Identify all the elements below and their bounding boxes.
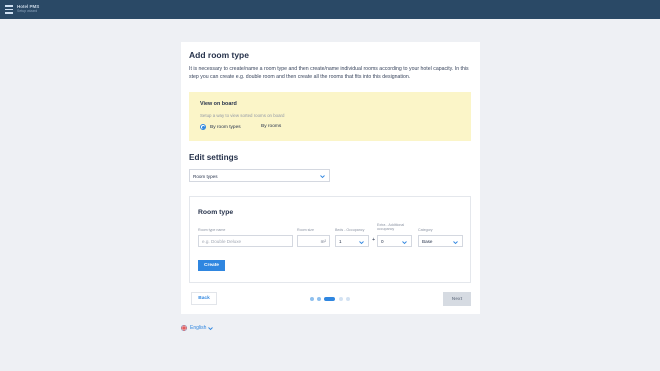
page-description: It is necessary to create/name a room ty…	[189, 66, 469, 81]
beds-occupancy-label: Beds - Occupancy	[335, 228, 365, 232]
uk-flag-icon	[181, 325, 187, 331]
language-label: English	[190, 325, 207, 331]
step-dot-2	[317, 297, 321, 301]
chevron-down-icon	[359, 240, 364, 244]
radio-selected-icon[interactable]	[200, 124, 206, 130]
room-type-name-label: Room type name	[198, 228, 226, 232]
step-dot-5	[346, 297, 350, 301]
plus-sign: +	[372, 237, 376, 243]
room-size-label: Room size	[297, 228, 314, 232]
top-bar: Hotel PMS Setup wizard	[0, 0, 660, 19]
hamburger-menu-icon[interactable]	[5, 5, 13, 14]
back-button[interactable]: Back	[191, 292, 217, 305]
category-label: Category	[418, 228, 433, 232]
category-value: Base	[422, 239, 433, 245]
view-on-board-panel: View on board Setup a way to view sorted…	[189, 92, 471, 141]
brand: Hotel PMS Setup wizard	[17, 4, 39, 14]
brand-subtitle: Setup wizard	[17, 9, 38, 13]
create-button[interactable]: Create	[198, 260, 225, 271]
radio-label: By rooms	[261, 124, 282, 129]
edit-settings-title: Edit settings	[189, 153, 239, 162]
room-types-select-value: Room types	[193, 173, 218, 179]
room-types-select[interactable]: Room types	[189, 169, 330, 182]
room-size-input[interactable]: m²	[297, 235, 330, 247]
room-size-unit: m²	[320, 239, 326, 244]
extra-occupancy-select[interactable]: 0	[377, 235, 412, 247]
chevron-down-icon	[320, 175, 325, 179]
radio-by-room-types[interactable]: By room types	[200, 124, 241, 130]
chevron-down-icon	[402, 240, 407, 244]
extra-occupancy-value: 0	[381, 239, 384, 245]
radio-label: By room types	[210, 124, 241, 130]
radio-by-rooms[interactable]: By rooms	[261, 124, 281, 129]
step-dot-current	[324, 297, 335, 301]
room-type-title: Room type	[198, 209, 234, 216]
chevron-down-icon	[208, 326, 214, 330]
category-select[interactable]: Base	[418, 235, 463, 247]
page-title: Add room type	[189, 50, 249, 60]
step-dot-1	[310, 297, 314, 301]
beds-occupancy-select[interactable]: 1	[335, 235, 369, 247]
next-button[interactable]: Next	[443, 292, 471, 306]
room-type-panel: Room type Room type name e.g. Double Del…	[189, 196, 471, 283]
wizard-card: Add room type It is necessary to create/…	[181, 42, 480, 314]
room-type-name-placeholder: e.g. Double Deluxe	[202, 239, 242, 245]
step-dot-4	[339, 297, 343, 301]
beds-occupancy-value: 1	[339, 239, 342, 245]
language-selector[interactable]: English	[181, 325, 214, 331]
view-on-board-hint: Setup a way to view sorted rooms on boar…	[200, 113, 285, 118]
chevron-down-icon	[453, 240, 458, 244]
extra-occupancy-label: Extra - Additional occupancy	[377, 223, 405, 232]
view-on-board-title: View on board	[200, 101, 237, 107]
room-type-name-input[interactable]: e.g. Double Deluxe	[198, 235, 293, 247]
